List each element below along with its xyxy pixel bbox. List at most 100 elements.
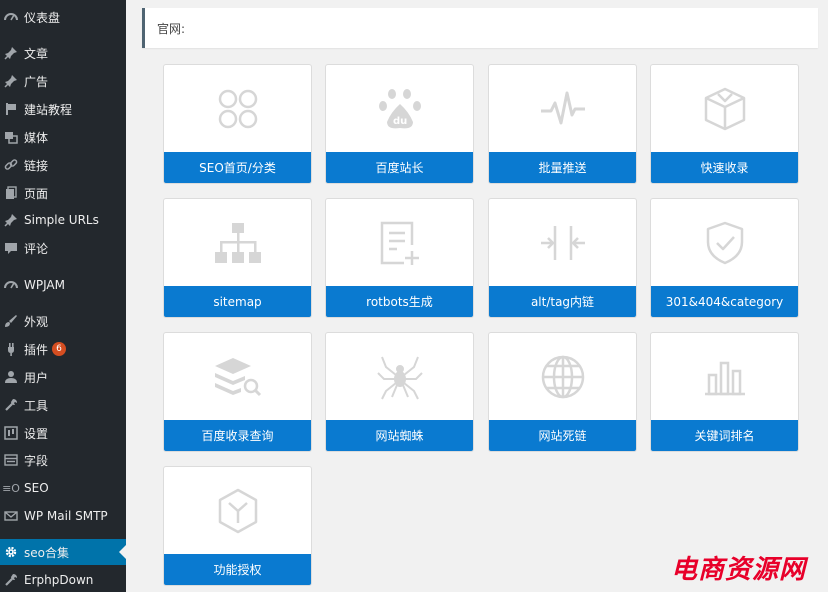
sidebar-item-label: seo合集 bbox=[24, 545, 69, 560]
sidebar-item-label: 媒体 bbox=[24, 130, 49, 145]
sidebar-item-ads[interactable]: 广告 bbox=[0, 68, 126, 94]
page-icon bbox=[2, 184, 20, 202]
sidebar-item-label: 字段 bbox=[24, 453, 49, 468]
sidebar-item-fields[interactable]: 字段 bbox=[0, 447, 126, 473]
sidebar-item-tools[interactable]: 工具 bbox=[0, 392, 126, 418]
sidebar-item-label: 评论 bbox=[24, 241, 49, 256]
card-batch-push[interactable]: 批量推送 bbox=[488, 64, 637, 184]
sidebar-item-seo[interactable]: ≡O SEO bbox=[0, 475, 126, 501]
card-label: rotbots生成 bbox=[326, 286, 473, 317]
sidebar-item-posts[interactable]: 文章 bbox=[0, 40, 126, 66]
dashboard-icon bbox=[2, 8, 20, 26]
fields-icon bbox=[2, 451, 20, 469]
dashboard-icon bbox=[2, 276, 20, 294]
card-baidu-index-query[interactable]: 百度收录查询 bbox=[163, 332, 312, 452]
card-baidu-webmaster[interactable]: du 百度站长 bbox=[325, 64, 474, 184]
sidebar-item-erphpdown[interactable]: ErphpDown bbox=[0, 567, 126, 592]
card-label: 百度站长 bbox=[326, 152, 473, 183]
card-label: 百度收录查询 bbox=[164, 420, 311, 451]
sidebar-item-label: 设置 bbox=[24, 426, 49, 441]
sidebar-item-label: 外观 bbox=[24, 314, 49, 329]
update-count-badge: 6 bbox=[52, 342, 67, 356]
sidebar-item-label: 用户 bbox=[24, 370, 49, 385]
card-robots-generate[interactable]: rotbots生成 bbox=[325, 198, 474, 318]
sidebar-item-label: 页面 bbox=[24, 186, 49, 201]
flag-icon bbox=[2, 100, 20, 118]
sidebar-item-label: SEO bbox=[24, 481, 49, 495]
sidebar-item-links[interactable]: 链接 bbox=[0, 152, 126, 178]
sidebar-item-label: 仪表盘 bbox=[24, 10, 61, 25]
card-label: 关键词排名 bbox=[651, 420, 798, 451]
user-icon bbox=[2, 368, 20, 386]
pin-icon bbox=[2, 44, 20, 62]
card-dead-links[interactable]: 网站死链 bbox=[488, 332, 637, 452]
pin-icon bbox=[2, 72, 20, 90]
sidebar-item-dashboard[interactable]: 仪表盘 bbox=[0, 4, 126, 30]
plugin-icon bbox=[2, 340, 20, 358]
sidebar-item-comments[interactable]: 评论 bbox=[0, 235, 126, 261]
sidebar-item-settings[interactable]: 设置 bbox=[0, 420, 126, 446]
mail-icon bbox=[2, 507, 20, 525]
four-circles-icon bbox=[164, 65, 311, 153]
card-alt-tag-links[interactable]: alt/tag内链 bbox=[488, 198, 637, 318]
sidebar-item-plugins[interactable]: 插件 6 bbox=[0, 336, 126, 362]
pin-icon bbox=[2, 211, 20, 229]
sidebar-item-wpjam[interactable]: WPJAM bbox=[0, 272, 126, 298]
baidu-paw-icon: du bbox=[326, 65, 473, 153]
globe-icon bbox=[489, 333, 636, 421]
wrench-icon bbox=[2, 571, 20, 589]
file-add-icon bbox=[326, 199, 473, 287]
layers-search-icon bbox=[164, 333, 311, 421]
official-site-notice: 官网: bbox=[142, 8, 818, 48]
watermark-logo: 电商资源网 bbox=[670, 555, 806, 585]
box-icon bbox=[651, 65, 798, 153]
card-301-404-category[interactable]: 301&404&category bbox=[650, 198, 799, 318]
sidebar-item-label: ErphpDown bbox=[24, 573, 94, 587]
card-label: 功能授权 bbox=[164, 554, 311, 585]
sidebar-item-label: Simple URLs bbox=[24, 213, 99, 227]
sidebar-item-label: 插件 bbox=[24, 342, 49, 357]
card-label: sitemap bbox=[164, 286, 311, 317]
sidebar-item-label: 广告 bbox=[24, 74, 49, 89]
sidebar-item-pages[interactable]: 页面 bbox=[0, 180, 126, 206]
card-keyword-ranking[interactable]: 关键词排名 bbox=[650, 332, 799, 452]
brush-icon bbox=[2, 312, 20, 330]
card-label: 快速收录 bbox=[651, 152, 798, 183]
sidebar-item-tutorials[interactable]: 建站教程 bbox=[0, 96, 126, 122]
card-sitemap[interactable]: sitemap bbox=[163, 198, 312, 318]
media-icon bbox=[2, 128, 20, 146]
admin-sidebar: 仪表盘 文章 广告 建站教程 媒体 链接 页面 Simple URLs 评论 W… bbox=[0, 0, 126, 592]
card-fast-indexing[interactable]: 快速收录 bbox=[650, 64, 799, 184]
card-label: SEO首页/分类 bbox=[164, 152, 311, 183]
card-label: alt/tag内链 bbox=[489, 286, 636, 317]
hexagon-y-icon bbox=[164, 467, 311, 555]
card-feature-license[interactable]: 功能授权 bbox=[163, 466, 312, 586]
sidebar-item-label: 文章 bbox=[24, 46, 49, 61]
notice-text: 官网: bbox=[157, 21, 186, 36]
card-label: 网站蜘蛛 bbox=[326, 420, 473, 451]
shield-check-icon bbox=[651, 199, 798, 287]
card-seo-home-category[interactable]: SEO首页/分类 bbox=[163, 64, 312, 184]
svg-text:du: du bbox=[393, 116, 407, 127]
sidebar-item-wp-mail-smtp[interactable]: WP Mail SMTP bbox=[0, 503, 126, 529]
card-label: 批量推送 bbox=[489, 152, 636, 183]
bar-chart-icon bbox=[651, 333, 798, 421]
card-label: 301&404&category bbox=[651, 286, 798, 317]
sitemap-icon bbox=[164, 199, 311, 287]
sidebar-item-label: WPJAM bbox=[24, 278, 65, 292]
sidebar-item-appearance[interactable]: 外观 bbox=[0, 308, 126, 334]
comment-icon bbox=[2, 239, 20, 257]
card-site-spider[interactable]: 网站蜘蛛 bbox=[325, 332, 474, 452]
wrench-icon bbox=[2, 396, 20, 414]
sidebar-item-label: 建站教程 bbox=[24, 102, 73, 117]
link-icon bbox=[2, 156, 20, 174]
sidebar-item-seo-collection[interactable]: seo合集 bbox=[0, 539, 126, 565]
sidebar-item-label: WP Mail SMTP bbox=[24, 509, 108, 523]
sidebar-item-label: 工具 bbox=[24, 398, 49, 413]
sidebar-item-simple-urls[interactable]: Simple URLs bbox=[0, 207, 126, 233]
pulse-icon bbox=[489, 65, 636, 153]
sidebar-item-users[interactable]: 用户 bbox=[0, 364, 126, 390]
sidebar-item-media[interactable]: 媒体 bbox=[0, 124, 126, 150]
spider-icon bbox=[326, 333, 473, 421]
seo-icon: ≡O bbox=[2, 481, 20, 495]
